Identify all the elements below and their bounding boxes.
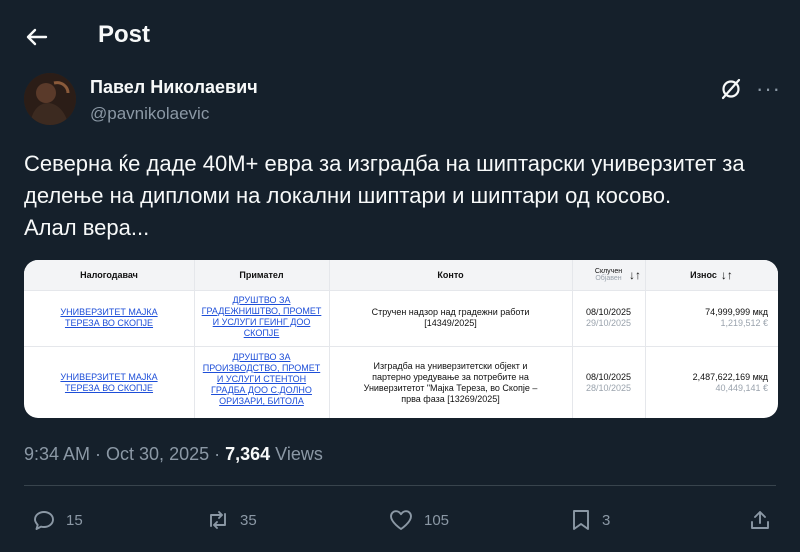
column-divider <box>645 260 646 418</box>
author-handle[interactable]: @pavnikolaevic <box>90 104 209 124</box>
share-button[interactable] <box>748 508 782 532</box>
back-arrow-icon[interactable] <box>22 22 52 52</box>
repost-count: 35 <box>240 511 257 529</box>
table-cell-recipient-link[interactable]: ДРУШТВО ЗА ПРОИЗВОДСТВО, ПРОМЕТ И УСЛУГИ С… <box>194 352 329 407</box>
sort-arrows-icon[interactable]: ↓↑ <box>629 268 641 282</box>
attached-image-table[interactable]: Налогодавач Примател Конто Склучен Објав… <box>24 260 778 418</box>
column-header-account: Конто <box>329 260 572 290</box>
table-cell-issuer-link[interactable]: УНИВЕРЗИТЕТ МАЈКА ТЕРЕЗА ВО СКОПЈЕ <box>34 307 184 329</box>
column-header-amount[interactable]: Износ ↓↑ <box>645 260 778 290</box>
avatar[interactable] <box>24 73 76 125</box>
page-title: Post <box>98 21 151 48</box>
repost-button[interactable]: 35 <box>206 508 257 532</box>
share-icon <box>751 511 769 529</box>
bookmark-icon <box>573 510 589 530</box>
amount-header-label: Износ <box>690 270 717 280</box>
reply-count: 15 <box>66 511 83 529</box>
post-text-line: Алал вера... <box>24 215 150 240</box>
table-cell-dates: 08/10/2025 28/10/2025 <box>585 372 632 393</box>
column-header-issuer: Налогодавач <box>24 260 194 290</box>
table-cell-account: Стручен надзор над градежни работи [14349… <box>371 307 530 328</box>
divider <box>24 485 776 486</box>
timestamp[interactable]: 9:34 AM · Oct 30, 2025 · <box>24 444 225 464</box>
column-divider <box>572 260 573 418</box>
repost-icon <box>210 511 226 529</box>
views-label: Views <box>270 444 323 464</box>
reply-button[interactable]: 15 <box>32 508 83 532</box>
post-text: Северна ќе даде 40М+ евра за изградба на… <box>24 148 784 244</box>
date-header-top: Склучен <box>594 268 623 275</box>
table-cell-account: Изградба на универзитетски објект и парте… <box>363 361 538 404</box>
reply-icon <box>34 511 54 530</box>
row-divider <box>24 346 778 347</box>
post-text-line: Северна ќе даде 40М+ евра за изградба на… <box>24 151 745 176</box>
bookmark-button[interactable]: 3 <box>570 508 610 532</box>
sort-arrows-icon: ↓↑ <box>720 268 733 282</box>
views-count: 7,364 <box>225 444 271 464</box>
like-count: 105 <box>424 511 450 529</box>
column-header-recipient: Примател <box>194 260 329 290</box>
like-button[interactable]: 105 <box>388 508 449 532</box>
post-text-line: делење на дипломи на локални шиптари и ш… <box>24 183 672 208</box>
table-cell-recipient-link[interactable]: ДРУШТВО ЗА ГРАДЕЖНИШТВО, ПРОМЕТ И УСЛУГИ Г… <box>194 295 329 339</box>
header-bar: Post <box>0 0 800 72</box>
grok-icon[interactable] <box>718 76 744 102</box>
row-divider <box>24 290 778 291</box>
table-cell-issuer-link[interactable]: УНИВЕРЗИТЕТ МАЈКА ТЕРЕЗА ВО СКОПЈЕ <box>34 372 184 394</box>
author-name[interactable]: Павел Николаевич <box>90 77 258 98</box>
heart-icon <box>390 510 412 530</box>
table-cell-amount: 74,999,999 мкд 1,219,512 € <box>705 307 768 328</box>
post-meta: 9:34 AM · Oct 30, 2025 · 7,364 Views <box>24 444 323 465</box>
date-header-bottom: Објавен <box>595 275 622 282</box>
bookmark-count: 3 <box>602 511 611 529</box>
more-options-icon[interactable]: ··· <box>756 76 781 102</box>
table-cell-dates: 08/10/2025 29/10/2025 <box>585 307 632 328</box>
table-cell-amount: 2,487,622,169 мкд 40,449,141 € <box>692 372 768 393</box>
